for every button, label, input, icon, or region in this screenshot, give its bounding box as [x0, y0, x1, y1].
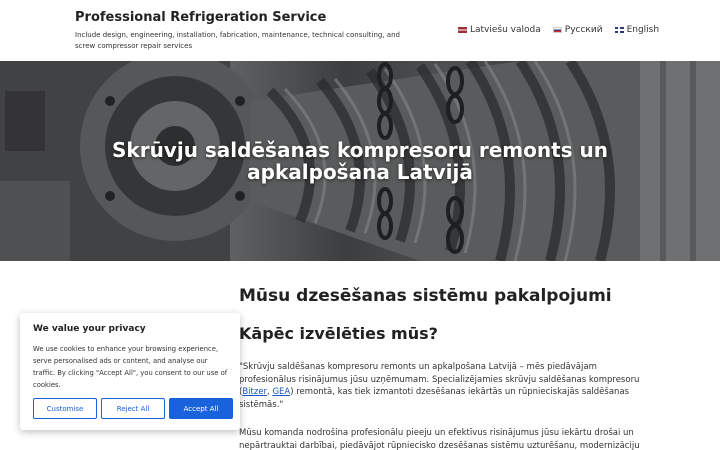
language-switcher: Latviešu valoda Русский English	[458, 25, 659, 35]
language-label: English	[626, 25, 660, 35]
site-title[interactable]: Professional Refrigeration Service	[75, 10, 326, 25]
language-english[interactable]: English	[614, 25, 660, 35]
intro-text-end: ) remontā, kas tiek izmantoti dzesēšanas…	[239, 387, 630, 410]
language-label: Latviešu valoda	[470, 25, 541, 35]
uk-flag-icon	[614, 27, 624, 33]
language-label: Русский	[564, 25, 603, 35]
main-content: Mūsu dzesēšanas sistēmu pakalpojumi Kāpē…	[239, 285, 649, 450]
cookie-description: We use cookies to enhance your browsing …	[33, 345, 228, 389]
language-latvian[interactable]: Latviešu valoda	[458, 25, 541, 35]
cookie-title: We value your privacy	[33, 324, 146, 334]
latvia-flag-icon	[458, 27, 467, 33]
cookie-consent-banner: We value your privacy We use cookies to …	[20, 313, 240, 430]
bitzer-link[interactable]: Bitzer	[242, 387, 267, 397]
reject-all-button[interactable]: Reject All	[101, 398, 165, 419]
gea-link[interactable]: GEA	[272, 387, 290, 397]
site-description: Include design, engineering, installatio…	[75, 31, 400, 50]
russia-flag-icon	[552, 27, 562, 33]
accept-all-button[interactable]: Accept All	[169, 398, 233, 419]
customise-button[interactable]: Customise	[33, 398, 97, 419]
team-paragraph: Mūsu komanda nodrošina profesionālu piee…	[239, 428, 640, 450]
language-russian[interactable]: Русский	[552, 25, 603, 35]
services-heading: Mūsu dzesēšanas sistēmu pakalpojumi	[239, 286, 612, 306]
cookie-buttons: Customise Reject All Accept All	[33, 398, 233, 419]
hero-title: Skrūvju saldēšanas kompresoru remonts un…	[112, 138, 608, 184]
intro-paragraph: "Skrūvju saldēšanas kompresoru remonts u…	[239, 361, 649, 411]
site-header: Professional Refrigeration Service Inclu…	[0, 0, 720, 61]
hero-banner: Skrūvju saldēšanas kompresoru remonts un…	[0, 61, 720, 261]
why-us-heading: Kāpēc izvēlēties mūs?	[239, 324, 438, 343]
